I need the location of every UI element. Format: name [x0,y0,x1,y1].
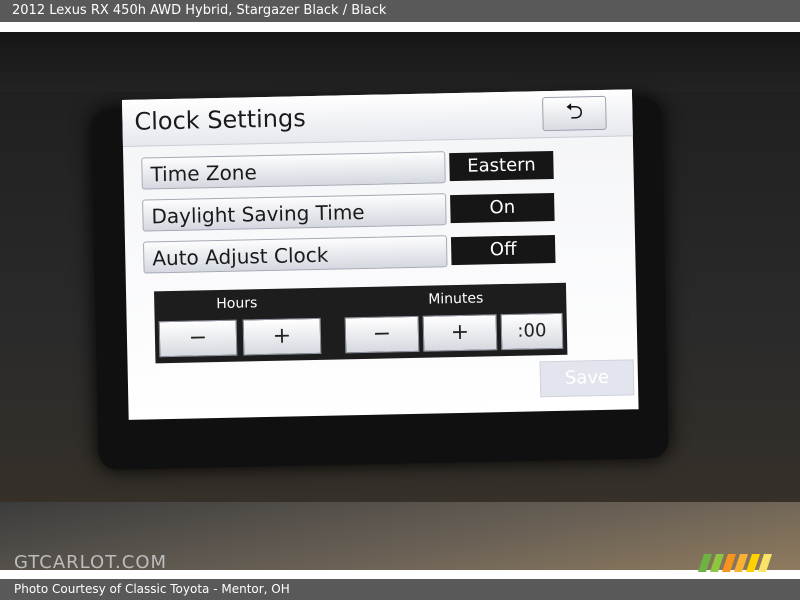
page-title: Clock Settings [134,104,306,136]
hours-minus-button[interactable]: − [158,319,238,358]
caption-bar-top: 2012 Lexus RX 450h AWD Hybrid, Stargazer… [0,0,800,22]
caption-title: 2012 Lexus RX 450h AWD Hybrid, Stargazer… [12,3,387,18]
photo-credit: Photo Courtesy of Classic Toyota - Mento… [14,582,290,596]
hours-label: Hours [216,295,258,313]
gtcarlot-logo [698,554,772,572]
save-button[interactable]: Save [539,359,635,398]
caption-bar-bottom: Photo Courtesy of Classic Toyota - Mento… [0,579,800,600]
time-zone-button[interactable]: Time Zone [141,151,446,190]
auto-adjust-clock-button[interactable]: Auto Adjust Clock [142,235,448,274]
daylight-saving-value: On [450,192,555,224]
hours-plus-button[interactable]: + [242,317,322,356]
daylight-saving-button[interactable]: Daylight Saving Time [142,193,447,232]
auto-adjust-clock-label: Auto Adjust Clock [152,242,329,271]
watermark: GTCARLOT.COM [14,552,168,573]
dashboard-top [0,32,800,92]
title-bar: Clock Settings ⮌ [122,89,633,147]
auto-adjust-clock-value: Off [450,234,556,266]
return-arrow-icon: ⮌ [565,99,584,125]
reset-minutes-button[interactable]: :00 [500,312,564,351]
minutes-minus-button[interactable]: − [344,315,420,354]
back-button[interactable]: ⮌ [542,95,607,132]
time-zone-value: Eastern [449,150,554,182]
minutes-plus-button[interactable]: + [422,314,498,352]
clock-adjust-panel: Hours Minutes − + − + :00 [154,282,568,364]
minutes-label: Minutes [428,290,484,308]
daylight-saving-label: Daylight Saving Time [151,199,365,229]
time-zone-label: Time Zone [150,160,258,187]
clock-settings-screen: Clock Settings ⮌ Time Zone Eastern Dayli… [122,89,639,420]
